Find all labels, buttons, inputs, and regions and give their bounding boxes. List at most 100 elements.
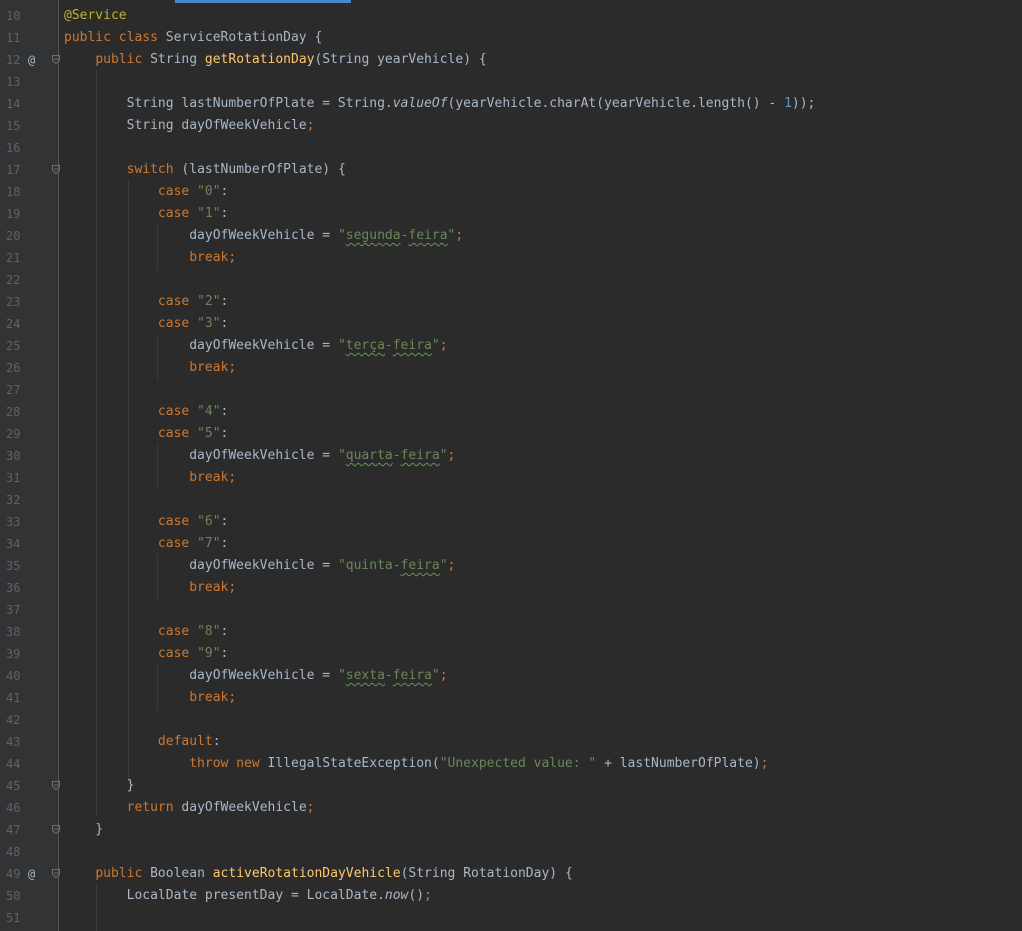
- code-line[interactable]: 16: [0, 137, 1022, 159]
- code-text[interactable]: String dayOfWeekVehicle;: [64, 115, 315, 137]
- code-line[interactable]: 17 switch (lastNumberOfPlate) {: [0, 159, 1022, 181]
- code-text[interactable]: throw new IllegalStateException("Unexpec…: [64, 753, 768, 775]
- fold-marker-icon[interactable]: [52, 165, 60, 174]
- line-number: 29: [6, 427, 21, 441]
- code-text[interactable]: case "5":: [64, 423, 228, 445]
- code-token: case: [157, 426, 198, 441]
- code-line[interactable]: 24 case "3":: [0, 313, 1022, 335]
- code-token: "9": [197, 646, 221, 661]
- code-line[interactable]: 32: [0, 489, 1022, 511]
- code-text[interactable]: @Service: [64, 5, 127, 27]
- fold-marker-icon[interactable]: [52, 825, 60, 834]
- code-text[interactable]: case "9":: [64, 643, 228, 665]
- code-text[interactable]: switch (lastNumberOfPlate) {: [64, 159, 346, 181]
- code-line[interactable]: 47 }: [0, 819, 1022, 841]
- code-line[interactable]: 22: [0, 269, 1022, 291]
- code-text[interactable]: case "8":: [64, 621, 228, 643]
- code-line[interactable]: 15 String dayOfWeekVehicle;: [0, 115, 1022, 137]
- code-text[interactable]: LocalDate presentDay = LocalDate.now();: [64, 885, 432, 907]
- code-text[interactable]: return dayOfWeekVehicle;: [64, 797, 315, 819]
- code-line[interactable]: 25 dayOfWeekVehicle = "terça-feira";: [0, 335, 1022, 357]
- line-number: 22: [6, 273, 21, 287]
- code-line[interactable]: 40 dayOfWeekVehicle = "sexta-feira";: [0, 665, 1022, 687]
- code-text[interactable]: case "4":: [64, 401, 228, 423]
- code-token: quarta: [345, 448, 393, 463]
- code-line[interactable]: 19 case "1":: [0, 203, 1022, 225]
- implements-icon[interactable]: @: [28, 49, 35, 71]
- code-line[interactable]: 41 break;: [0, 687, 1022, 709]
- code-text[interactable]: }: [64, 775, 135, 797]
- code-text[interactable]: break;: [64, 247, 236, 269]
- code-line[interactable]: 45 }: [0, 775, 1022, 797]
- code-token: "2": [197, 294, 221, 309]
- code-token: Boolean: [150, 866, 213, 881]
- code-line[interactable]: 29 case "5":: [0, 423, 1022, 445]
- code-line[interactable]: 12 @ public String getRotationDay(String …: [0, 49, 1022, 71]
- code-text[interactable]: break;: [64, 357, 236, 379]
- code-line[interactable]: 21 break;: [0, 247, 1022, 269]
- code-text[interactable]: public class ServiceRotationDay {: [64, 27, 322, 49]
- code-editor[interactable]: 10 @Service 11 public class ServiceRotation…: [0, 0, 1022, 931]
- code-line[interactable]: 23 case "2":: [0, 291, 1022, 313]
- code-token: dayOfWeekVehicle =: [64, 558, 338, 573]
- code-text[interactable]: case "1":: [64, 203, 228, 225]
- code-text[interactable]: case "2":: [64, 291, 228, 313]
- code-line[interactable]: 42: [0, 709, 1022, 731]
- code-text[interactable]: dayOfWeekVehicle = "sexta-feira";: [64, 665, 447, 687]
- code-line[interactable]: 27: [0, 379, 1022, 401]
- code-text[interactable]: default:: [64, 731, 221, 753]
- fold-marker-icon[interactable]: [52, 781, 60, 790]
- code-line[interactable]: 37: [0, 599, 1022, 621]
- code-token: -: [384, 338, 393, 353]
- code-text[interactable]: dayOfWeekVehicle = "segunda-feira";: [64, 225, 463, 247]
- code-line[interactable]: 48: [0, 841, 1022, 863]
- code-text[interactable]: dayOfWeekVehicle = "quinta-feira";: [64, 555, 455, 577]
- code-text[interactable]: dayOfWeekVehicle = "quarta-feira";: [64, 445, 455, 467]
- code-line[interactable]: 13: [0, 71, 1022, 93]
- code-line[interactable]: 39 case "9":: [0, 643, 1022, 665]
- code-line[interactable]: 34 case "7":: [0, 533, 1022, 555]
- code-line[interactable]: 18 case "0":: [0, 181, 1022, 203]
- fold-marker-icon[interactable]: [52, 55, 60, 64]
- code-text[interactable]: case "7":: [64, 533, 228, 555]
- code-line[interactable]: 20 dayOfWeekVehicle = "segunda-feira";: [0, 225, 1022, 247]
- code-text[interactable]: case "3":: [64, 313, 228, 335]
- code-line[interactable]: 31 break;: [0, 467, 1022, 489]
- code-token: :: [220, 184, 229, 199]
- code-text[interactable]: dayOfWeekVehicle = "terça-feira";: [64, 335, 447, 357]
- code-line[interactable]: 38 case "8":: [0, 621, 1022, 643]
- code-line[interactable]: 49 @ public Boolean activeRotationDayVehi…: [0, 863, 1022, 885]
- code-line[interactable]: 26 break;: [0, 357, 1022, 379]
- code-text[interactable]: break;: [64, 467, 236, 489]
- code-line[interactable]: 35 dayOfWeekVehicle = "quinta-feira";: [0, 555, 1022, 577]
- code-line[interactable]: 50 LocalDate presentDay = LocalDate.now(…: [0, 885, 1022, 907]
- code-line[interactable]: 43 default:: [0, 731, 1022, 753]
- code-text[interactable]: break;: [64, 687, 236, 709]
- code-token: (yearVehicle.charAt(yearVehicle.length()…: [447, 96, 785, 111]
- code-line[interactable]: 30 dayOfWeekVehicle = "quarta-feira";: [0, 445, 1022, 467]
- code-token: ;: [455, 228, 464, 243]
- code-text[interactable]: case "6":: [64, 511, 228, 533]
- code-line[interactable]: 44 throw new IllegalStateException("Unex…: [0, 753, 1022, 775]
- fold-marker-icon[interactable]: [52, 869, 60, 878]
- code-text[interactable]: break;: [64, 577, 236, 599]
- code-line[interactable]: 36 break;: [0, 577, 1022, 599]
- code-token: :: [212, 734, 221, 749]
- code-text[interactable]: String lastNumberOfPlate = String.valueO…: [64, 93, 816, 115]
- code-line[interactable]: 14 String lastNumberOfPlate = String.val…: [0, 93, 1022, 115]
- code-text[interactable]: public String getRotationDay(String year…: [64, 49, 486, 71]
- code-token: :: [220, 404, 229, 419]
- implements-icon[interactable]: @: [28, 863, 35, 885]
- code-line[interactable]: 10 @Service: [0, 5, 1022, 27]
- code-line[interactable]: 33 case "6":: [0, 511, 1022, 533]
- code-line[interactable]: 28 case "4":: [0, 401, 1022, 423]
- code-text[interactable]: public Boolean activeRotationDayVehicle(…: [64, 863, 572, 885]
- code-token: default: [157, 734, 213, 749]
- code-text[interactable]: }: [64, 819, 103, 841]
- code-line[interactable]: 46 return dayOfWeekVehicle;: [0, 797, 1022, 819]
- code-line[interactable]: 51: [0, 907, 1022, 929]
- code-text[interactable]: case "0":: [64, 181, 228, 203]
- code-line[interactable]: 11 public class ServiceRotationDay {: [0, 27, 1022, 49]
